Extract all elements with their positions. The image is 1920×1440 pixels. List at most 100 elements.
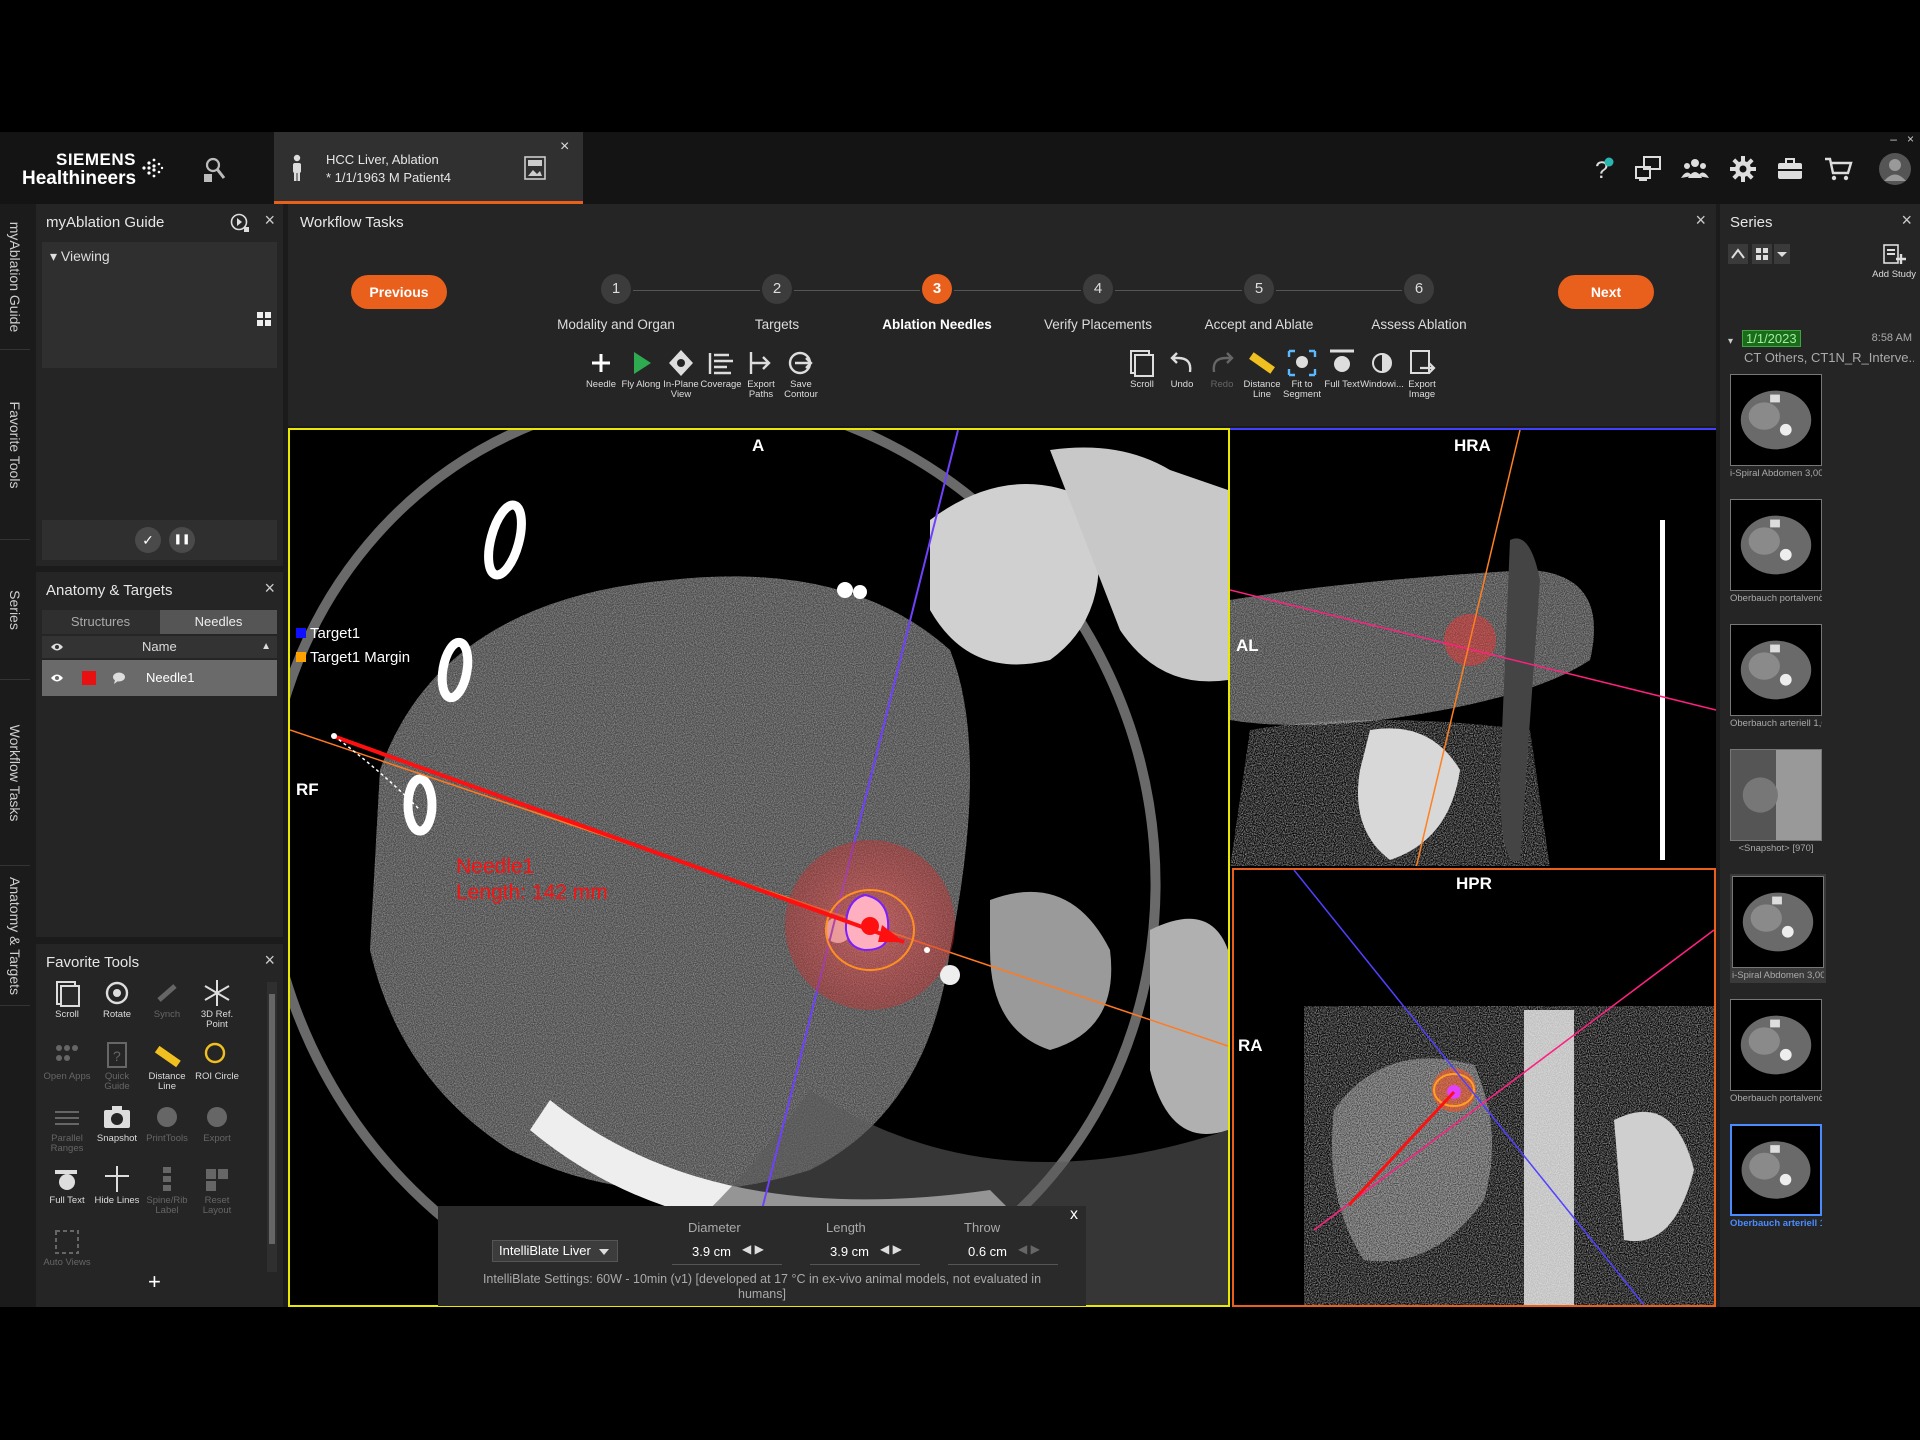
column-name[interactable]: Name xyxy=(142,636,177,658)
window-close-button[interactable]: × xyxy=(1907,132,1914,146)
series-thumbnail[interactable]: Oberbauch arteriell 1,00 Br40 A3 THN... xyxy=(1730,1124,1826,1229)
favorite-tool-roi-circle[interactable]: ROI Circle xyxy=(192,1040,242,1082)
throw-stepper[interactable]: ◀ ▶ xyxy=(1018,1242,1040,1256)
grid-view-icon[interactable] xyxy=(1752,244,1772,264)
screens-icon[interactable] xyxy=(1633,154,1663,184)
sort-arrow-icon[interactable]: ▲ xyxy=(261,636,271,658)
add-favorite-button[interactable]: + xyxy=(148,1269,161,1295)
tab-structures[interactable]: Structures xyxy=(42,610,159,634)
minimize-button[interactable]: – xyxy=(1890,132,1897,146)
view-options-chevron-icon[interactable] xyxy=(1774,244,1790,264)
vtab-favorite-tools[interactable]: Favorite Tools xyxy=(0,350,30,540)
users-icon[interactable] xyxy=(1680,154,1710,184)
favorite-tool-distance-line[interactable]: Distance Line xyxy=(142,1040,192,1092)
pause-button[interactable]: ❚❚ xyxy=(169,527,195,553)
confirm-button[interactable]: ✓ xyxy=(135,527,161,553)
workflow-tool-export-image[interactable]: Export Image xyxy=(1396,348,1448,400)
study-date[interactable]: 1/1/2023 xyxy=(1742,330,1801,347)
workflow-step-2[interactable]: 2 xyxy=(762,274,792,304)
needle-annotation[interactable]: Needle1 Length: 142 mm xyxy=(456,854,608,906)
hra-viewport[interactable]: HRA AL xyxy=(1230,428,1716,866)
patient-tab-close-icon[interactable]: × xyxy=(560,138,569,156)
patient-image-icon[interactable] xyxy=(524,156,546,180)
briefcase-icon[interactable] xyxy=(1775,154,1805,184)
patient-tab[interactable]: HCC Liver, Ablation * 1/1/1963 M Patient… xyxy=(274,132,583,204)
user-avatar-icon[interactable] xyxy=(1878,152,1912,186)
favorite-tool-reset-layout[interactable]: Reset Layout xyxy=(192,1164,242,1216)
needle-comment-icon[interactable] xyxy=(112,672,126,684)
series-thumbnail-label: Oberbauch arteriell 1,00 Br40 A3 THN... xyxy=(1730,1218,1822,1229)
sort-icon[interactable] xyxy=(1728,244,1748,264)
favorite-tool-hide-lines[interactable]: Hide Lines xyxy=(92,1164,142,1206)
axial-viewport[interactable]: A RF Target1 Target1 Margin Needle1 Leng… xyxy=(288,428,1230,1307)
favorite-tools-scrollbar[interactable] xyxy=(267,982,277,1272)
series-close-icon[interactable]: × xyxy=(1901,210,1912,231)
throw-value[interactable]: 0.6 cm xyxy=(968,1244,1007,1259)
study-collapse-icon[interactable]: ▾ xyxy=(1728,336,1733,347)
add-study-button[interactable]: Add Study xyxy=(1872,242,1916,280)
workflow-step-5[interactable]: 5 xyxy=(1244,274,1274,304)
favorite-tool-snapshot[interactable]: Snapshot xyxy=(92,1102,142,1144)
length-stepper[interactable]: ◀ ▶ xyxy=(880,1242,902,1256)
workflow-step-label-2[interactable]: Targets xyxy=(697,317,857,332)
series-thumbnail[interactable]: Oberbauch portalvenös 1,00 B... xyxy=(1730,499,1826,604)
intelliblate-model-select[interactable]: IntelliBlate Liver xyxy=(492,1240,618,1262)
help-icon[interactable]: ? xyxy=(1587,154,1617,184)
series-thumbnail[interactable]: i-Spiral Abdomen 3,00 Br40 THN [26] xyxy=(1730,874,1826,983)
workflow-close-icon[interactable]: × xyxy=(1695,210,1706,231)
length-value[interactable]: 3.9 cm xyxy=(830,1244,869,1259)
guide-close-icon[interactable]: × xyxy=(264,210,275,231)
series-thumbnail[interactable]: i-Spiral Abdomen 3,00 Br40 THN_01... xyxy=(1730,374,1826,479)
vtab-anatomy-targets[interactable]: Anatomy & Targets xyxy=(0,866,30,1006)
favorite-tool-open-apps[interactable]: Open Apps xyxy=(42,1040,92,1082)
favorite-tool-full-text[interactable]: Full Text xyxy=(42,1164,92,1206)
workflow-step-label-6[interactable]: Assess Ablation xyxy=(1339,317,1499,332)
workflow-step-3[interactable]: 3 xyxy=(922,274,952,304)
cart-icon[interactable] xyxy=(1823,154,1853,184)
workflow-step-4[interactable]: 4 xyxy=(1083,274,1113,304)
favorite-tool-printtools[interactable]: PrintTools xyxy=(142,1102,192,1144)
favorite-tool-spine-rib-label[interactable]: Spine/Rib Label xyxy=(142,1164,192,1216)
needle-visibility-eye-icon[interactable] xyxy=(50,673,64,683)
tab-needles[interactable]: Needles xyxy=(160,610,277,634)
anatomy-close-icon[interactable]: × xyxy=(264,578,275,599)
hpr-viewport[interactable]: HPR RA xyxy=(1232,868,1716,1307)
vtab-myablation-guide[interactable]: myAblation Guide xyxy=(0,204,30,350)
patient-search-icon[interactable] xyxy=(200,154,230,184)
gear-icon[interactable] xyxy=(1728,154,1758,184)
favorite-tool-synch[interactable]: Synch xyxy=(142,978,192,1020)
favorite-tools-title: Favorite Tools xyxy=(46,954,140,971)
favorite-tools-close-icon[interactable]: × xyxy=(264,950,275,971)
series-thumbnail[interactable]: <Snapshot> [970] xyxy=(1730,749,1826,854)
workflow-step-label-4[interactable]: Verify Placements xyxy=(1018,317,1178,332)
hpr-top-orientation: HPR xyxy=(1456,874,1492,893)
grid-icon[interactable] xyxy=(257,312,271,326)
guide-play-icon[interactable] xyxy=(230,213,250,233)
workflow-step-label-1[interactable]: Modality and Organ xyxy=(536,317,696,332)
favorite-tool-export[interactable]: Export xyxy=(192,1102,242,1144)
needle-row[interactable]: Needle1 xyxy=(42,660,277,696)
intelliblate-close-icon[interactable]: x xyxy=(1070,1206,1078,1224)
workflow-tool-save-contour[interactable]: Save Contour xyxy=(775,348,827,400)
diameter-value[interactable]: 3.9 cm xyxy=(692,1244,731,1259)
guide-section-viewing[interactable]: ▾ Viewing xyxy=(50,248,110,265)
series-thumbnail[interactable]: Oberbauch arteriell 1,00 Br40 A3 THN... xyxy=(1730,624,1826,729)
workflow-step-1[interactable]: 1 xyxy=(601,274,631,304)
vtab-workflow-tasks[interactable]: Workflow Tasks xyxy=(0,680,30,866)
favorite-tool-3d-ref-point[interactable]: 3D Ref. Point xyxy=(192,978,242,1030)
favorite-tool-quick-guide[interactable]: ? Quick Guide xyxy=(92,1040,142,1092)
needle-color-swatch[interactable] xyxy=(82,671,96,685)
workflow-step-label-5[interactable]: Accept and Ablate xyxy=(1179,317,1339,332)
workflow-step-label-3[interactable]: Ablation Needles xyxy=(857,317,1017,332)
previous-button[interactable]: Previous xyxy=(351,275,447,309)
vtab-series[interactable]: Series xyxy=(0,540,30,680)
favorite-tool-rotate[interactable]: Rotate xyxy=(92,978,142,1020)
visibility-eye-icon[interactable] xyxy=(50,642,64,652)
diameter-stepper[interactable]: ◀ ▶ xyxy=(742,1242,764,1256)
series-thumbnail[interactable]: Oberbauch portalvenös 1,00 B... xyxy=(1730,999,1826,1104)
favorite-tool-scroll[interactable]: Scroll xyxy=(42,978,92,1020)
favorite-tool-parallel-ranges[interactable]: Parallel Ranges xyxy=(42,1102,92,1154)
favorite-tool-auto-views[interactable]: Auto Views xyxy=(42,1226,92,1268)
workflow-step-6[interactable]: 6 xyxy=(1404,274,1434,304)
next-button[interactable]: Next xyxy=(1558,275,1654,309)
